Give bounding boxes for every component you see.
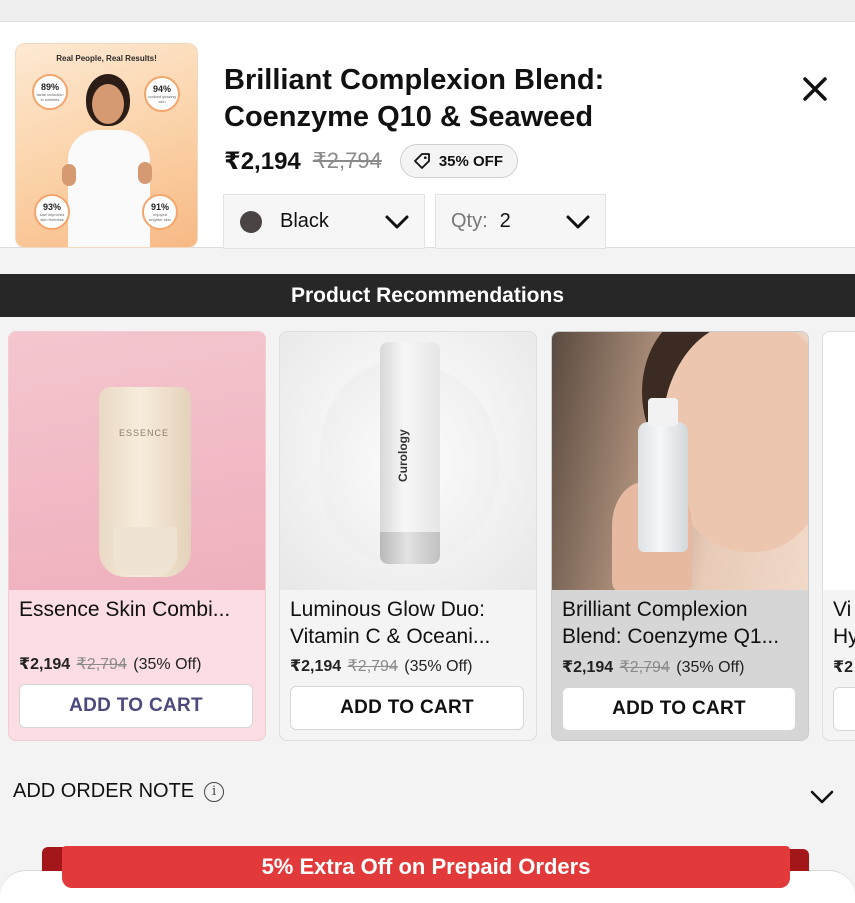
product-name[interactable]: Vi Hy bbox=[833, 596, 855, 650]
quantity-select[interactable]: Qty: 2 bbox=[435, 194, 606, 249]
product-name[interactable]: Essence Skin Combi... bbox=[19, 596, 259, 623]
chevron-down-icon bbox=[566, 215, 590, 229]
current-price: ₹2,194 bbox=[19, 656, 71, 673]
discount-label: (35% Off) bbox=[404, 658, 473, 675]
recommendation-card[interactable]: Brilliant Complexion Blend: Coenzyme Q1.… bbox=[551, 331, 809, 741]
product-image[interactable]: Curology bbox=[280, 332, 536, 590]
prepaid-offer-ribbon: 5% Extra Off on Prepaid Orders bbox=[62, 846, 790, 888]
quantity-value: 2 bbox=[499, 210, 511, 232]
product-name-line: Luminous Glow Duo: bbox=[290, 598, 485, 621]
ribbon-tail bbox=[787, 849, 809, 871]
product-price: ₹2,194 ₹2,794 (35% Off) bbox=[562, 657, 744, 677]
product-image-label: ESSENCE bbox=[119, 428, 170, 438]
product-image[interactable]: ESSENCE bbox=[9, 332, 265, 590]
chevron-down-icon bbox=[385, 215, 409, 229]
product-title-line: Brilliant Complexion Blend: bbox=[224, 64, 605, 96]
add-to-cart-button[interactable]: ADD TO CART bbox=[562, 687, 796, 731]
tube-cap bbox=[113, 527, 177, 575]
product-title-line: Coenzyme Q10 & Seaweed bbox=[224, 101, 594, 133]
product-price: ₹2 bbox=[833, 657, 853, 677]
toner-bottle-cap bbox=[648, 398, 678, 426]
add-to-cart-button[interactable]: ADD TO CART bbox=[19, 684, 253, 728]
product-title[interactable]: Brilliant Complexion Blend: Coenzyme Q10… bbox=[224, 62, 744, 136]
variant-select[interactable]: Black bbox=[223, 194, 425, 249]
chevron-down-icon[interactable] bbox=[808, 786, 836, 808]
current-price: ₹2,194 bbox=[562, 659, 614, 676]
order-note-label: ADD ORDER NOTE bbox=[13, 780, 195, 802]
recommendation-card[interactable]: ESSENCE Essence Skin Combi... ₹2,194 ₹2,… bbox=[8, 331, 266, 741]
cart-item: Real People, Real Results! 89% facial red… bbox=[0, 22, 855, 249]
variant-label: Black bbox=[280, 210, 329, 232]
add-order-note-toggle[interactable]: ADD ORDER NOTE i bbox=[13, 780, 225, 803]
stat-badge: 89% facial reduction in wrinkles bbox=[32, 74, 68, 110]
product-thumbnail[interactable]: Real People, Real Results! 89% facial red… bbox=[15, 43, 198, 248]
color-swatch bbox=[240, 210, 262, 233]
product-image[interactable] bbox=[552, 332, 808, 590]
add-to-cart-button[interactable] bbox=[833, 687, 855, 731]
quantity-label: Qty: bbox=[451, 210, 488, 232]
current-price: ₹2,194 bbox=[224, 147, 301, 175]
compare-price: ₹2,794 bbox=[312, 148, 382, 173]
stat-badge: 91% enjoyed brighter skin bbox=[142, 194, 178, 230]
top-strip bbox=[0, 0, 855, 22]
serum-bottle-cap bbox=[380, 532, 440, 564]
price-row: ₹2,194 ₹2,794 35% OFF bbox=[224, 144, 519, 178]
product-image[interactable] bbox=[823, 332, 855, 590]
compare-price: ₹2,794 bbox=[347, 658, 398, 675]
recommendations-heading: Product Recommendations bbox=[0, 274, 855, 317]
recommendation-card[interactable]: Vi Hy ₹2 bbox=[822, 331, 855, 741]
product-price: ₹2,194 ₹2,794 (35% Off) bbox=[290, 656, 472, 676]
info-icon[interactable]: i bbox=[204, 781, 225, 802]
product-name-line: Vitamin C & Oceani... bbox=[290, 625, 491, 648]
thumbs-up-icon bbox=[62, 164, 76, 186]
discount-badge: 35% OFF bbox=[399, 144, 519, 178]
current-price: ₹2,194 bbox=[290, 658, 342, 675]
toner-bottle bbox=[638, 422, 688, 552]
current-price: ₹2 bbox=[833, 659, 854, 676]
product-name[interactable]: Brilliant Complexion Blend: Coenzyme Q1.… bbox=[562, 596, 802, 650]
product-name-line: Blend: Coenzyme Q1... bbox=[562, 625, 780, 648]
product-name-line: Hy bbox=[833, 625, 855, 648]
thumbnail-person-face bbox=[92, 84, 124, 124]
discount-label: (35% Off) bbox=[676, 659, 745, 676]
thumbnail-person-body bbox=[68, 130, 150, 247]
product-name[interactable]: Luminous Glow Duo: Vitamin C & Oceani... bbox=[290, 596, 530, 650]
stat-badge: 93% saw improved skin firmness bbox=[34, 194, 70, 230]
discount-label: (35% Off) bbox=[133, 656, 202, 673]
discount-badge-label: 35% OFF bbox=[438, 152, 504, 170]
product-name-line: Essence Skin Combi... bbox=[19, 598, 231, 621]
serum-bottle bbox=[380, 342, 440, 562]
product-name-line: Vi bbox=[833, 598, 852, 621]
product-price: ₹2,194 ₹2,794 (35% Off) bbox=[19, 654, 201, 674]
thumbnail-headline: Real People, Real Results! bbox=[56, 54, 157, 63]
tag-icon bbox=[413, 153, 430, 169]
product-image-label: Curology bbox=[396, 429, 410, 482]
add-to-cart-button[interactable]: ADD TO CART bbox=[290, 686, 524, 730]
recommendation-card[interactable]: Curology Luminous Glow Duo: Vitamin C & … bbox=[279, 331, 537, 741]
compare-price: ₹2,794 bbox=[76, 656, 127, 673]
thumbs-up-icon bbox=[138, 162, 152, 184]
product-name-line: Brilliant Complexion bbox=[562, 598, 748, 621]
recommendations-carousel[interactable]: ESSENCE Essence Skin Combi... ₹2,194 ₹2,… bbox=[0, 331, 855, 743]
close-icon[interactable] bbox=[798, 74, 832, 108]
stat-badge: 94% noticed glowing skin bbox=[144, 76, 180, 112]
compare-price: ₹2,794 bbox=[619, 659, 670, 676]
